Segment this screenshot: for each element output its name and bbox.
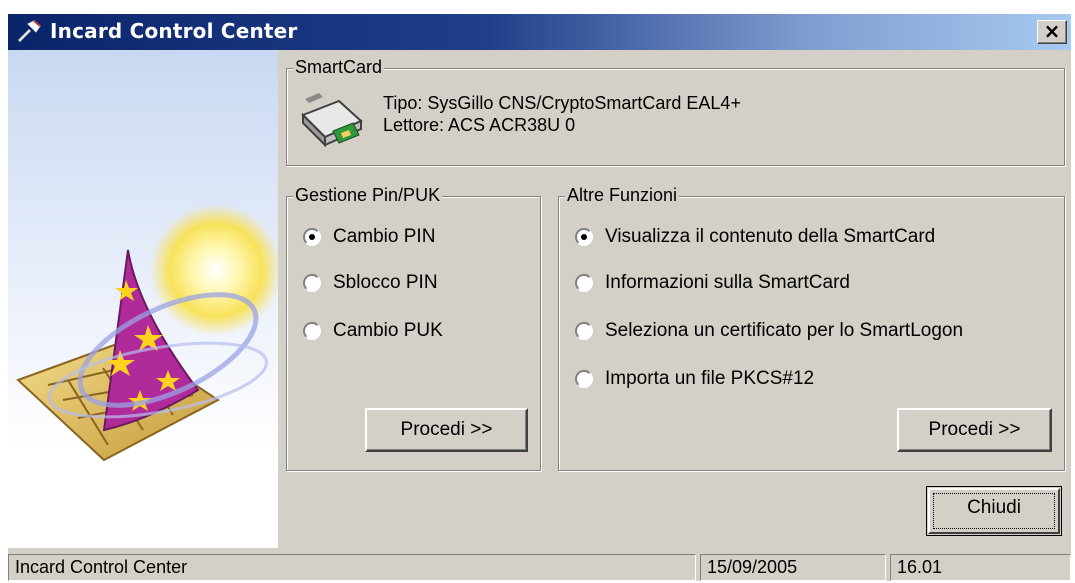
other-proceed-button[interactable]: Procedi >>: [897, 408, 1052, 452]
smartcard-group: SmartCard Tipo: SysGillo CNS/CryptoSmart…: [286, 57, 1065, 166]
status-app-name: Incard Control Center: [8, 554, 696, 581]
radio-card-info[interactable]: Informazioni sulla SmartCard: [575, 270, 850, 296]
pin-puk-group: Gestione Pin/PUK Cambio PIN Sblocco PIN …: [286, 185, 541, 471]
smartcard-legend: SmartCard: [293, 57, 385, 78]
radio-sblocco-pin[interactable]: Sblocco PIN: [303, 270, 438, 296]
close-icon[interactable]: ×: [1037, 20, 1067, 44]
radio-indicator[interactable]: [575, 228, 593, 246]
radio-indicator[interactable]: [303, 322, 321, 340]
radio-cambio-puk[interactable]: Cambio PUK: [303, 318, 443, 344]
title-bar[interactable]: Incard Control Center ×: [8, 14, 1071, 50]
radio-label: Cambio PUK: [333, 320, 443, 341]
wand-icon: [17, 20, 41, 43]
radio-indicator[interactable]: [303, 228, 321, 246]
radio-indicator[interactable]: [575, 322, 593, 340]
card-reader-text: Lettore: ACS ACR38U 0: [383, 115, 576, 135]
close-dialog-label: Chiudi: [967, 497, 1021, 518]
radio-label: Informazioni sulla SmartCard: [605, 272, 850, 293]
radio-label: Seleziona un certificato per lo SmartLog…: [605, 320, 964, 341]
pin-puk-legend: Gestione Pin/PUK: [293, 185, 443, 206]
wizard-illustration: [8, 50, 278, 548]
radio-select-certificate[interactable]: Seleziona un certificato per lo SmartLog…: [575, 318, 963, 344]
dialog-window: Incard Control Center × SmartCard Tipo: …: [8, 14, 1071, 581]
radio-label: Visualizza il contenuto della SmartCard: [605, 226, 936, 247]
radio-cambio-pin[interactable]: Cambio PIN: [303, 224, 435, 250]
card-reader-icon: [301, 93, 363, 148]
other-functions-group: Altre Funzioni Visualizza il contenuto d…: [558, 185, 1065, 471]
pin-proceed-button[interactable]: Procedi >>: [365, 408, 528, 452]
window-title: Incard Control Center: [50, 19, 298, 43]
radio-indicator[interactable]: [575, 370, 593, 388]
radio-label: Importa un file PKCS#12: [605, 368, 815, 389]
card-type-text: Tipo: SysGillo CNS/CryptoSmartCard EAL4+: [383, 93, 741, 113]
status-bar: Incard Control Center 15/09/2005 16.01: [8, 554, 1071, 581]
radio-import-pkcs12[interactable]: Importa un file PKCS#12: [575, 366, 814, 392]
radio-label: Cambio PIN: [333, 226, 436, 247]
radio-indicator[interactable]: [303, 274, 321, 292]
radio-indicator[interactable]: [575, 274, 593, 292]
radio-label: Sblocco PIN: [333, 272, 438, 293]
close-glyph: ×: [1043, 19, 1061, 43]
status-date: 15/09/2005: [700, 554, 886, 581]
other-functions-legend: Altre Funzioni: [565, 185, 680, 206]
status-time: 16.01: [890, 554, 1071, 581]
close-dialog-button[interactable]: Chiudi: [926, 486, 1062, 536]
wizard-hat-smartcard-illustration: [16, 204, 278, 462]
radio-view-content[interactable]: Visualizza il contenuto della SmartCard: [575, 224, 935, 250]
